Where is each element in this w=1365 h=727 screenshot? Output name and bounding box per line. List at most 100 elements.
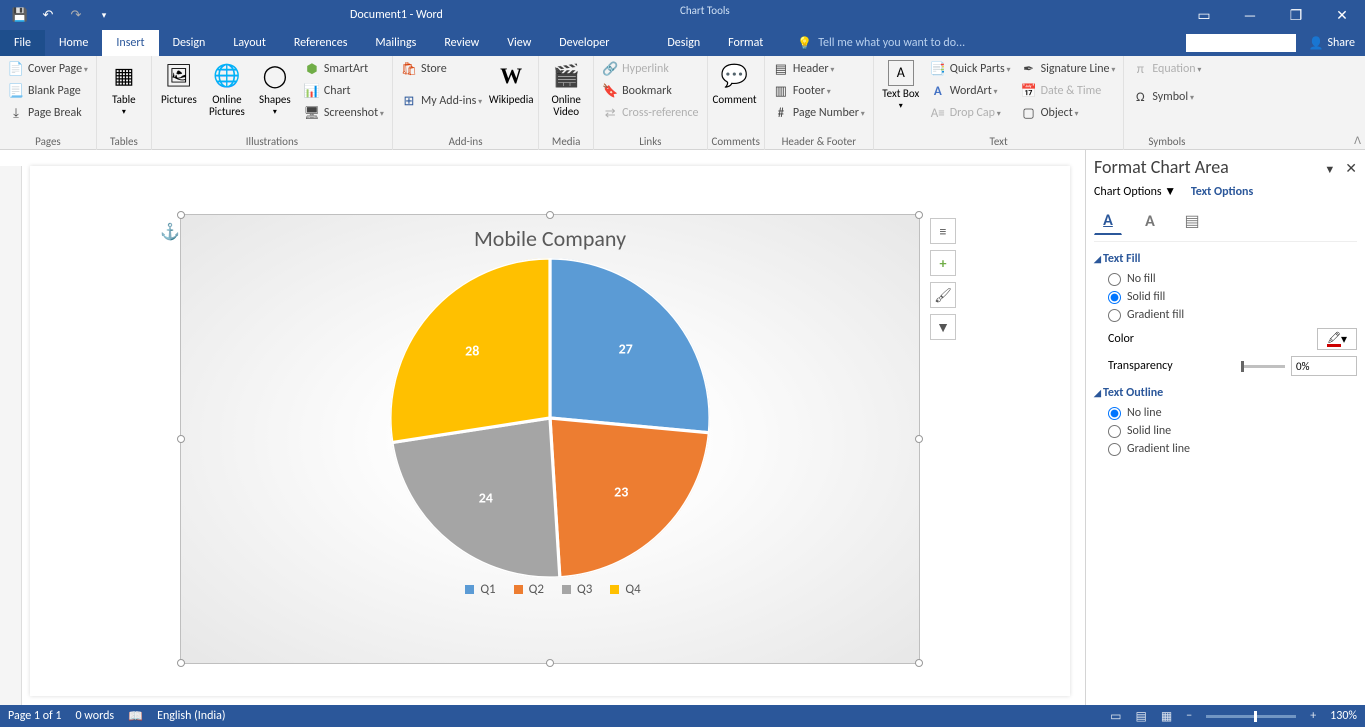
tab-chart-design[interactable]: Design xyxy=(653,30,714,56)
solid-line-radio[interactable]: Solid line xyxy=(1108,424,1357,438)
textbox-props-icon[interactable]: ▤ xyxy=(1178,207,1206,235)
wordart-button[interactable]: AWordArt xyxy=(926,80,1015,102)
object-button[interactable]: ▢Object xyxy=(1017,102,1120,124)
anchor-icon[interactable]: ⚓ xyxy=(160,222,180,242)
no-line-radio[interactable]: No line xyxy=(1108,406,1357,420)
tab-insert[interactable]: Insert xyxy=(102,30,158,56)
text-fill-section[interactable]: Text Fill xyxy=(1094,252,1357,266)
gradient-fill-radio[interactable]: Gradient fill xyxy=(1108,308,1357,322)
transparency-slider[interactable] xyxy=(1241,365,1285,368)
share-button[interactable]: 👤Share xyxy=(1302,36,1361,51)
resize-handle[interactable] xyxy=(915,435,923,443)
textbox-button[interactable]: AText Box▾ xyxy=(878,58,924,124)
word-count[interactable]: 0 words xyxy=(76,709,115,723)
zoom-level[interactable]: 130% xyxy=(1330,709,1357,723)
blank-page-button[interactable]: 📃Blank Page xyxy=(4,80,92,102)
tab-home[interactable]: Home xyxy=(45,30,102,56)
tab-chart-format[interactable]: Format xyxy=(714,30,777,56)
layout-options-button[interactable]: ≡ xyxy=(930,218,956,244)
signature-button[interactable]: ✒Signature Line xyxy=(1017,58,1120,80)
hyperlink-button[interactable]: 🔗Hyperlink xyxy=(598,58,702,80)
zoom-out-button[interactable]: − xyxy=(1186,709,1192,723)
save-icon[interactable]: 💾 xyxy=(8,3,32,27)
pictures-button[interactable]: 🖼Pictures xyxy=(156,58,202,124)
collapse-ribbon-icon[interactable]: ᐱ xyxy=(1354,134,1361,147)
vertical-ruler[interactable] xyxy=(0,166,22,705)
tab-references[interactable]: References xyxy=(280,30,362,56)
read-mode-icon[interactable]: ▭ xyxy=(1110,709,1121,724)
tab-design[interactable]: Design xyxy=(159,30,220,56)
zoom-slider[interactable] xyxy=(1206,715,1296,718)
legend-item[interactable]: Q2 xyxy=(508,582,544,597)
store-button[interactable]: 🛍Store xyxy=(397,58,486,80)
legend-item[interactable]: Q1 xyxy=(459,582,495,597)
page-break-button[interactable]: ⤓Page Break xyxy=(4,102,92,124)
shapes-button[interactable]: ◯Shapes▾ xyxy=(252,58,298,124)
quickparts-button[interactable]: 📑Quick Parts xyxy=(926,58,1015,80)
pane-dropdown-icon[interactable]: ▼ xyxy=(1324,163,1335,176)
resize-handle[interactable] xyxy=(546,659,554,667)
zoom-in-button[interactable]: + xyxy=(1310,709,1316,723)
dropcap-button[interactable]: A≡Drop Cap xyxy=(926,102,1015,124)
cover-page-button[interactable]: 📄Cover Page xyxy=(4,58,92,80)
comment-button[interactable]: 💬Comment xyxy=(712,58,758,106)
smartart-button[interactable]: ⬢SmartArt xyxy=(300,58,388,80)
text-fill-outline-icon[interactable]: A xyxy=(1094,207,1122,235)
redo-icon[interactable]: ↷ xyxy=(64,3,88,27)
text-outline-section[interactable]: Text Outline xyxy=(1094,386,1357,400)
resize-handle[interactable] xyxy=(177,211,185,219)
symbol-button[interactable]: ΩSymbol xyxy=(1128,86,1205,108)
legend-item[interactable]: Q3 xyxy=(556,582,592,597)
chart-title[interactable]: Mobile Company xyxy=(181,215,919,252)
solid-fill-radio[interactable]: Solid fill xyxy=(1108,290,1357,304)
text-options-tab[interactable]: Text Options xyxy=(1191,185,1253,199)
my-addins-button[interactable]: ⊞My Add-ins xyxy=(397,90,486,112)
transparency-input[interactable] xyxy=(1291,356,1357,376)
wikipedia-button[interactable]: WWikipedia xyxy=(488,58,534,112)
qat-more-icon[interactable]: ▾ xyxy=(92,3,116,27)
bookmark-button[interactable]: 🔖Bookmark xyxy=(598,80,702,102)
screenshot-button[interactable]: 🖥Screenshot xyxy=(300,102,388,124)
no-fill-radio[interactable]: No fill xyxy=(1108,272,1357,286)
tab-developer[interactable]: Developer xyxy=(545,30,623,56)
tab-mailings[interactable]: Mailings xyxy=(361,30,430,56)
gradient-line-radio[interactable]: Gradient line xyxy=(1108,442,1357,456)
chart-filters-button[interactable]: ▼ xyxy=(930,314,956,340)
equation-button[interactable]: πEquation xyxy=(1128,58,1205,80)
undo-icon[interactable]: ↶ xyxy=(36,3,60,27)
page-indicator[interactable]: Page 1 of 1 xyxy=(8,709,62,723)
tab-layout[interactable]: Layout xyxy=(219,30,280,56)
footer-button[interactable]: ▥Footer xyxy=(769,80,869,102)
pie-chart[interactable]: 27232428 xyxy=(390,258,710,578)
print-layout-icon[interactable]: ▤ xyxy=(1136,709,1147,724)
minimize-icon[interactable]: — xyxy=(1227,0,1273,30)
web-layout-icon[interactable]: ▦ xyxy=(1161,709,1172,724)
tab-review[interactable]: Review xyxy=(430,30,493,56)
table-button[interactable]: ▦Table▾ xyxy=(101,58,147,117)
color-picker-button[interactable]: 🖍 ▾ xyxy=(1317,328,1357,350)
chart-elements-button[interactable]: + xyxy=(930,250,956,276)
resize-handle[interactable] xyxy=(177,435,185,443)
legend-item[interactable]: Q4 xyxy=(604,582,640,597)
datetime-button[interactable]: 📅Date & Time xyxy=(1017,80,1120,102)
chart-options-tab[interactable]: Chart Options ▼ xyxy=(1094,184,1176,199)
resize-handle[interactable] xyxy=(915,659,923,667)
resize-handle[interactable] xyxy=(915,211,923,219)
resize-handle[interactable] xyxy=(546,211,554,219)
document-area[interactable]: ⚓ Mobile Company 27232428 Q1 Q2 Q3 Q4 xyxy=(22,150,1085,705)
language-indicator[interactable]: English (India) xyxy=(157,709,225,723)
chart-styles-button[interactable]: 🖌 xyxy=(930,282,956,308)
online-pictures-button[interactable]: 🌐Online Pictures xyxy=(204,58,250,124)
search-box[interactable] xyxy=(1186,34,1296,52)
page-number-button[interactable]: #Page Number xyxy=(769,102,869,124)
spellcheck-icon[interactable]: 📖 xyxy=(128,709,143,724)
tab-file[interactable]: File xyxy=(0,30,45,56)
chart-button[interactable]: 📊Chart xyxy=(300,80,388,102)
cross-reference-button[interactable]: ⇄Cross-reference xyxy=(598,102,702,124)
ribbon-options-icon[interactable]: ▭ xyxy=(1181,0,1227,30)
restore-icon[interactable]: ❐ xyxy=(1273,0,1319,30)
pane-close-icon[interactable]: ✕ xyxy=(1345,160,1357,177)
online-video-button[interactable]: 🎬Online Video xyxy=(543,58,589,118)
chart-area[interactable]: Mobile Company 27232428 Q1 Q2 Q3 Q4 xyxy=(180,214,920,664)
tell-me[interactable]: 💡Tell me what you want to do... xyxy=(797,30,965,56)
